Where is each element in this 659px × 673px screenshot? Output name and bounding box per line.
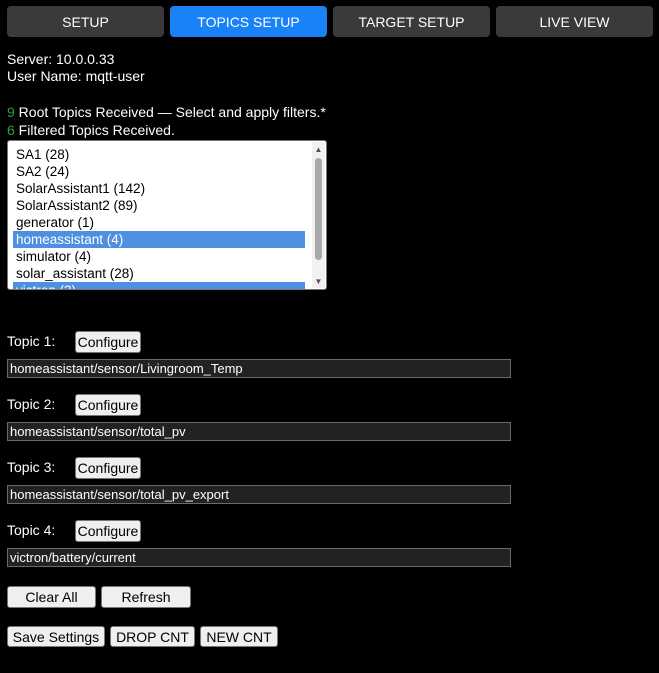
list-item[interactable]: solar_assistant (28) — [13, 265, 305, 282]
topic-2-configure-button[interactable]: Configure — [75, 394, 141, 416]
topic-4-configure-button[interactable]: Configure — [75, 520, 141, 542]
topic-2-field[interactable]: homeassistant/sensor/total_pv — [7, 422, 511, 441]
filtered-topics-count: 6 — [7, 122, 15, 138]
save-settings-button[interactable]: Save Settings — [7, 626, 105, 647]
root-topics-count: 9 — [7, 104, 15, 120]
tab-bar: SETUP TOPICS SETUP TARGET SETUP LIVE VIE… — [7, 6, 653, 37]
listbox-scrollbar[interactable]: ▲ ▼ — [312, 142, 325, 288]
topic-4-field[interactable]: victron/battery/current — [7, 548, 511, 567]
topic-3-field[interactable]: homeassistant/sensor/total_pv_export — [7, 485, 511, 504]
topics-setup-page: SETUP TOPICS SETUP TARGET SETUP LIVE VIE… — [0, 0, 659, 673]
scroll-up-arrow-icon[interactable]: ▲ — [312, 143, 325, 155]
tab-topics-setup[interactable]: TOPICS SETUP — [170, 6, 327, 37]
list-item[interactable]: simulator (4) — [13, 248, 305, 265]
topic-3-label: Topic 3: — [7, 459, 56, 475]
list-item[interactable]: SolarAssistant2 (89) — [13, 197, 305, 214]
topic-1-label: Topic 1: — [7, 333, 56, 349]
list-item[interactable]: SA1 (28) — [13, 146, 305, 163]
topic-2-label: Topic 2: — [7, 396, 56, 412]
filtered-topics-text: Filtered Topics Received. — [14, 122, 175, 138]
topic-1-field[interactable]: homeassistant/sensor/Livingroom_Temp — [7, 359, 511, 378]
refresh-button[interactable]: Refresh — [101, 586, 191, 608]
clear-all-button[interactable]: Clear All — [7, 586, 96, 608]
tab-target-setup[interactable]: TARGET SETUP — [333, 6, 490, 37]
user-name-info: User Name: mqtt-user — [7, 68, 145, 84]
filtered-topics-status: 6 Filtered Topics Received. — [7, 122, 175, 139]
root-topics-text: Root Topics Received — Select and apply … — [14, 104, 326, 120]
root-topics-list: SA1 (28) SA2 (24) SolarAssistant1 (142) … — [13, 146, 305, 289]
scroll-thumb[interactable] — [315, 158, 322, 260]
topic-3-configure-button[interactable]: Configure — [75, 457, 141, 479]
list-item[interactable]: victron (3) — [13, 282, 305, 289]
root-topics-listbox[interactable]: SA1 (28) SA2 (24) SolarAssistant1 (142) … — [7, 140, 327, 290]
root-topics-status: 9 Root Topics Received — Select and appl… — [7, 104, 326, 121]
list-item[interactable]: SolarAssistant1 (142) — [13, 180, 305, 197]
server-info: Server: 10.0.0.33 — [7, 51, 115, 67]
list-item[interactable]: SA2 (24) — [13, 163, 305, 180]
topic-4-label: Topic 4: — [7, 522, 56, 538]
tab-live-view[interactable]: LIVE VIEW — [496, 6, 653, 37]
scroll-down-arrow-icon[interactable]: ▼ — [312, 275, 325, 287]
list-item[interactable]: homeassistant (4) — [13, 231, 305, 248]
list-item[interactable]: generator (1) — [13, 214, 305, 231]
topic-1-configure-button[interactable]: Configure — [75, 331, 141, 353]
drop-cnt-button[interactable]: DROP CNT — [110, 626, 195, 647]
tab-setup[interactable]: SETUP — [7, 6, 164, 37]
new-cnt-button[interactable]: NEW CNT — [200, 626, 278, 647]
